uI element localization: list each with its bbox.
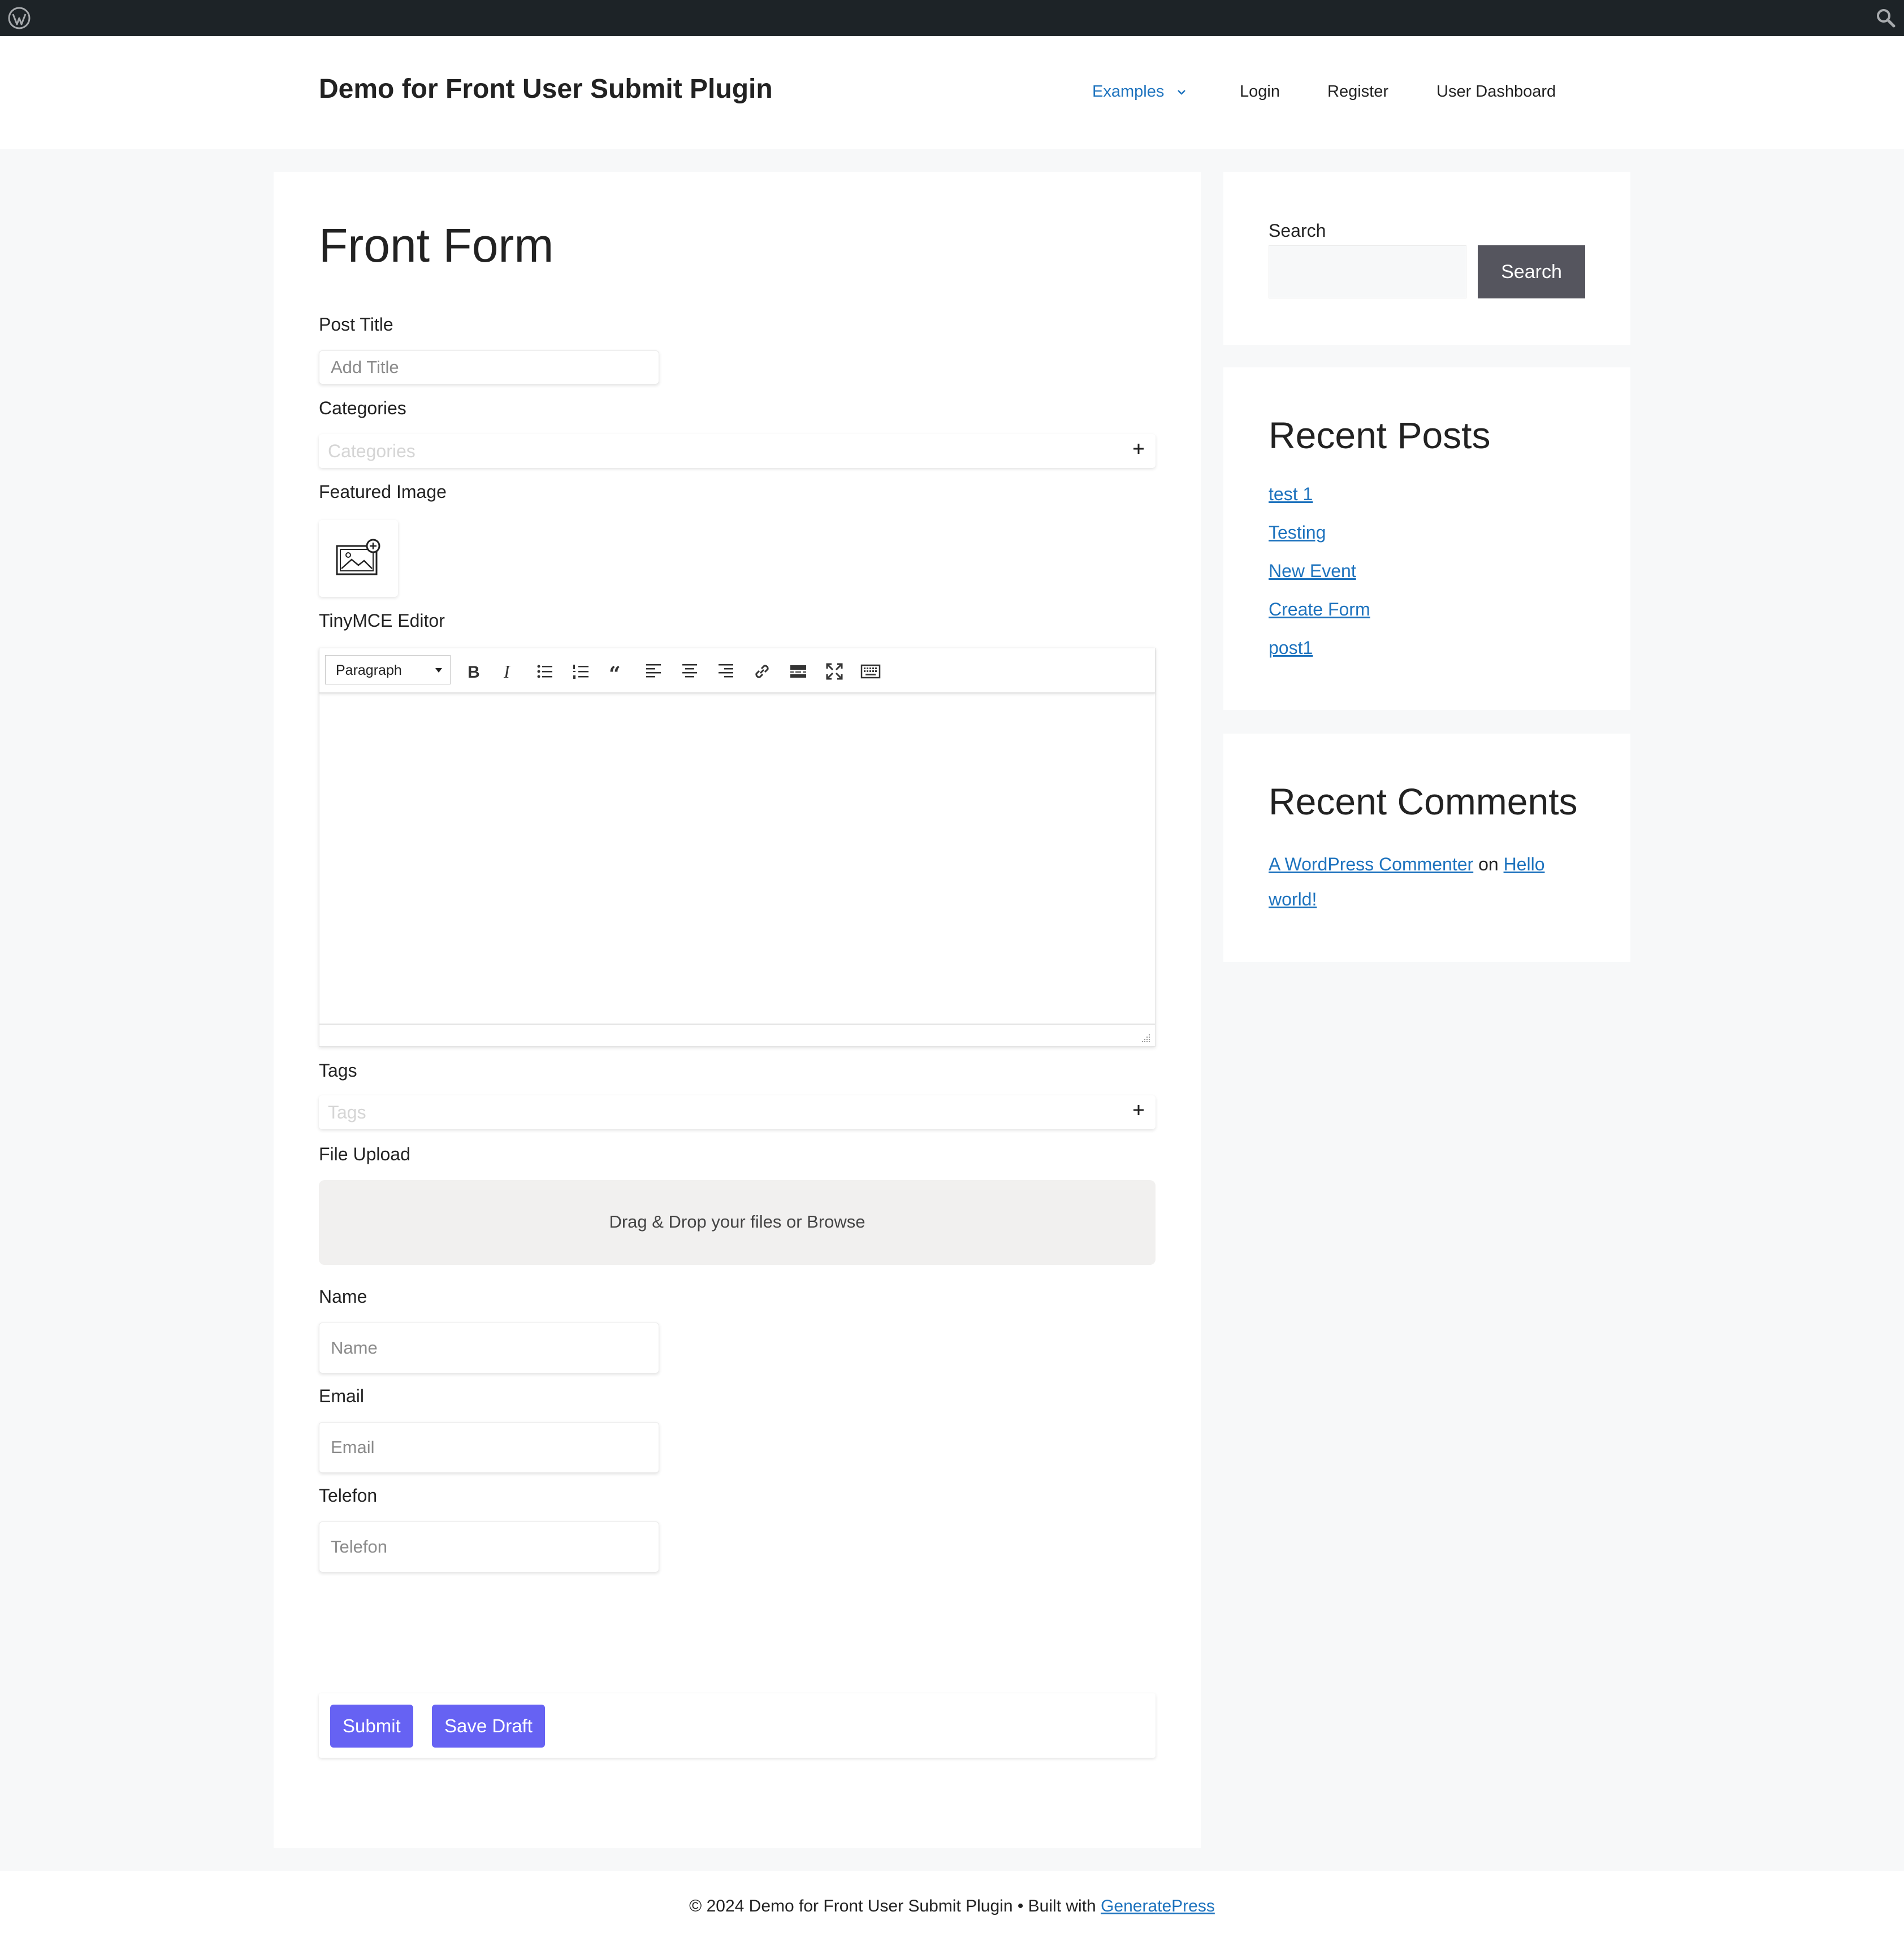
link-icon[interactable] [751, 661, 773, 682]
nav-item-login[interactable]: Login [1240, 83, 1280, 101]
fullscreen-icon[interactable] [824, 661, 845, 682]
email-label: Email [319, 1386, 365, 1406]
comment-post-link[interactable]: Hello [1504, 854, 1545, 874]
post-title-label: Post Title [319, 314, 393, 335]
name-input[interactable] [319, 1323, 659, 1373]
comment-author-link[interactable]: A WordPress Commenter [1269, 854, 1473, 874]
submit-button[interactable]: Submit [330, 1705, 413, 1748]
telefon-input[interactable] [319, 1521, 659, 1572]
nav-item-register[interactable]: Register [1327, 83, 1388, 101]
plus-icon[interactable] [1131, 1102, 1146, 1118]
name-label: Name [319, 1286, 367, 1307]
recent-post-link[interactable]: New Event [1269, 561, 1356, 582]
dropzone-text: Drag & Drop your files or Browse [609, 1212, 866, 1232]
numbered-list-icon[interactable] [570, 661, 592, 682]
categories-label: Categories [319, 398, 406, 418]
recent-comment-entry: A WordPress Commenter on Hello world! [1269, 847, 1596, 917]
save-draft-button[interactable]: Save Draft [432, 1705, 545, 1748]
bold-icon[interactable]: B [462, 661, 483, 682]
bullet-list-icon[interactable] [534, 661, 556, 682]
page-title: Front Form [319, 219, 554, 272]
search-widget-label: Search [1269, 220, 1326, 241]
nav-item-user-dashboard[interactable]: User Dashboard [1436, 83, 1556, 101]
footer-text: © 2024 Demo for Front User Submit Plugin… [689, 1897, 1096, 1915]
plus-icon[interactable] [1131, 441, 1146, 457]
tags-label: Tags [319, 1060, 357, 1081]
tags-input[interactable]: Tags [319, 1095, 1156, 1129]
featured-image-picker[interactable] [319, 520, 398, 597]
recent-comments-title: Recent Comments [1269, 781, 1578, 822]
search-button[interactable]: Search [1478, 245, 1585, 298]
recent-post-link[interactable]: test 1 [1269, 484, 1313, 505]
italic-icon[interactable]: I [498, 661, 520, 682]
recent-posts-widget: Recent Posts test 1 Testing New Event Cr… [1223, 367, 1630, 710]
editor-statusbar [319, 1024, 1155, 1046]
tinymce-editor: Paragraph B I “ [319, 648, 1156, 1047]
blockquote-icon[interactable]: “ [607, 661, 628, 682]
email-input[interactable] [319, 1422, 659, 1473]
recent-post-link[interactable]: post1 [1269, 638, 1313, 658]
editor-label: TinyMCE Editor [319, 610, 445, 631]
tags-placeholder: Tags [328, 1102, 366, 1122]
chevron-down-icon [1178, 90, 1186, 96]
nav-item-examples[interactable]: Examples [1092, 83, 1187, 101]
telefon-label: Telefon [319, 1485, 378, 1506]
footer-generatepress-link[interactable]: GeneratePress [1101, 1897, 1215, 1915]
align-left-icon[interactable] [643, 661, 664, 682]
recent-posts-title: Recent Posts [1269, 414, 1491, 456]
post-title-input[interactable] [319, 350, 659, 384]
form-actions: Submit Save Draft [319, 1693, 1156, 1758]
recent-post-link[interactable]: Testing [1269, 522, 1326, 543]
file-upload-label: File Upload [319, 1144, 410, 1164]
search-input[interactable] [1269, 245, 1466, 298]
search-icon[interactable] [1875, 7, 1897, 29]
comment-on-text: on [1478, 854, 1499, 874]
featured-image-label: Featured Image [319, 482, 447, 502]
recent-comments-widget: Recent Comments A WordPress Commenter on… [1223, 734, 1630, 962]
footer-copyright: © 2024 Demo for Front User Submit Plugin… [0, 1897, 1904, 1916]
svg-text:B: B [468, 663, 480, 682]
wordpress-logo-icon[interactable] [7, 6, 32, 31]
read-more-icon[interactable] [787, 661, 809, 682]
primary-nav: Examples Login Register User Dashboard [0, 83, 1904, 116]
admin-bar [0, 0, 1904, 36]
categories-input[interactable]: Categories [319, 434, 1156, 468]
editor-toolbar: Paragraph B I “ [319, 648, 1155, 693]
file-dropzone[interactable]: Drag & Drop your files or Browse [319, 1180, 1156, 1265]
resize-handle-icon[interactable] [1139, 1031, 1152, 1044]
align-right-icon[interactable] [715, 661, 737, 682]
comment-post-link[interactable]: world! [1269, 889, 1317, 909]
categories-placeholder: Categories [328, 441, 416, 461]
editor-content-area[interactable] [319, 693, 1155, 1025]
format-select[interactable]: Paragraph [325, 655, 451, 684]
format-select-value: Paragraph [336, 662, 402, 678]
image-upload-icon [336, 539, 380, 575]
site-header: Demo for Front User Submit Plugin Exampl… [0, 36, 1904, 149]
recent-post-link[interactable]: Create Form [1269, 599, 1370, 620]
svg-text:“: “ [609, 662, 621, 682]
site-footer: © 2024 Demo for Front User Submit Plugin… [0, 1871, 1904, 1942]
search-widget: Search Search [1223, 172, 1630, 345]
toolbar-toggle-icon[interactable] [860, 661, 881, 682]
nav-item-label: Examples [1092, 83, 1165, 101]
svg-text:I: I [503, 661, 510, 682]
align-center-icon[interactable] [679, 661, 700, 682]
caret-down-icon [435, 668, 442, 673]
